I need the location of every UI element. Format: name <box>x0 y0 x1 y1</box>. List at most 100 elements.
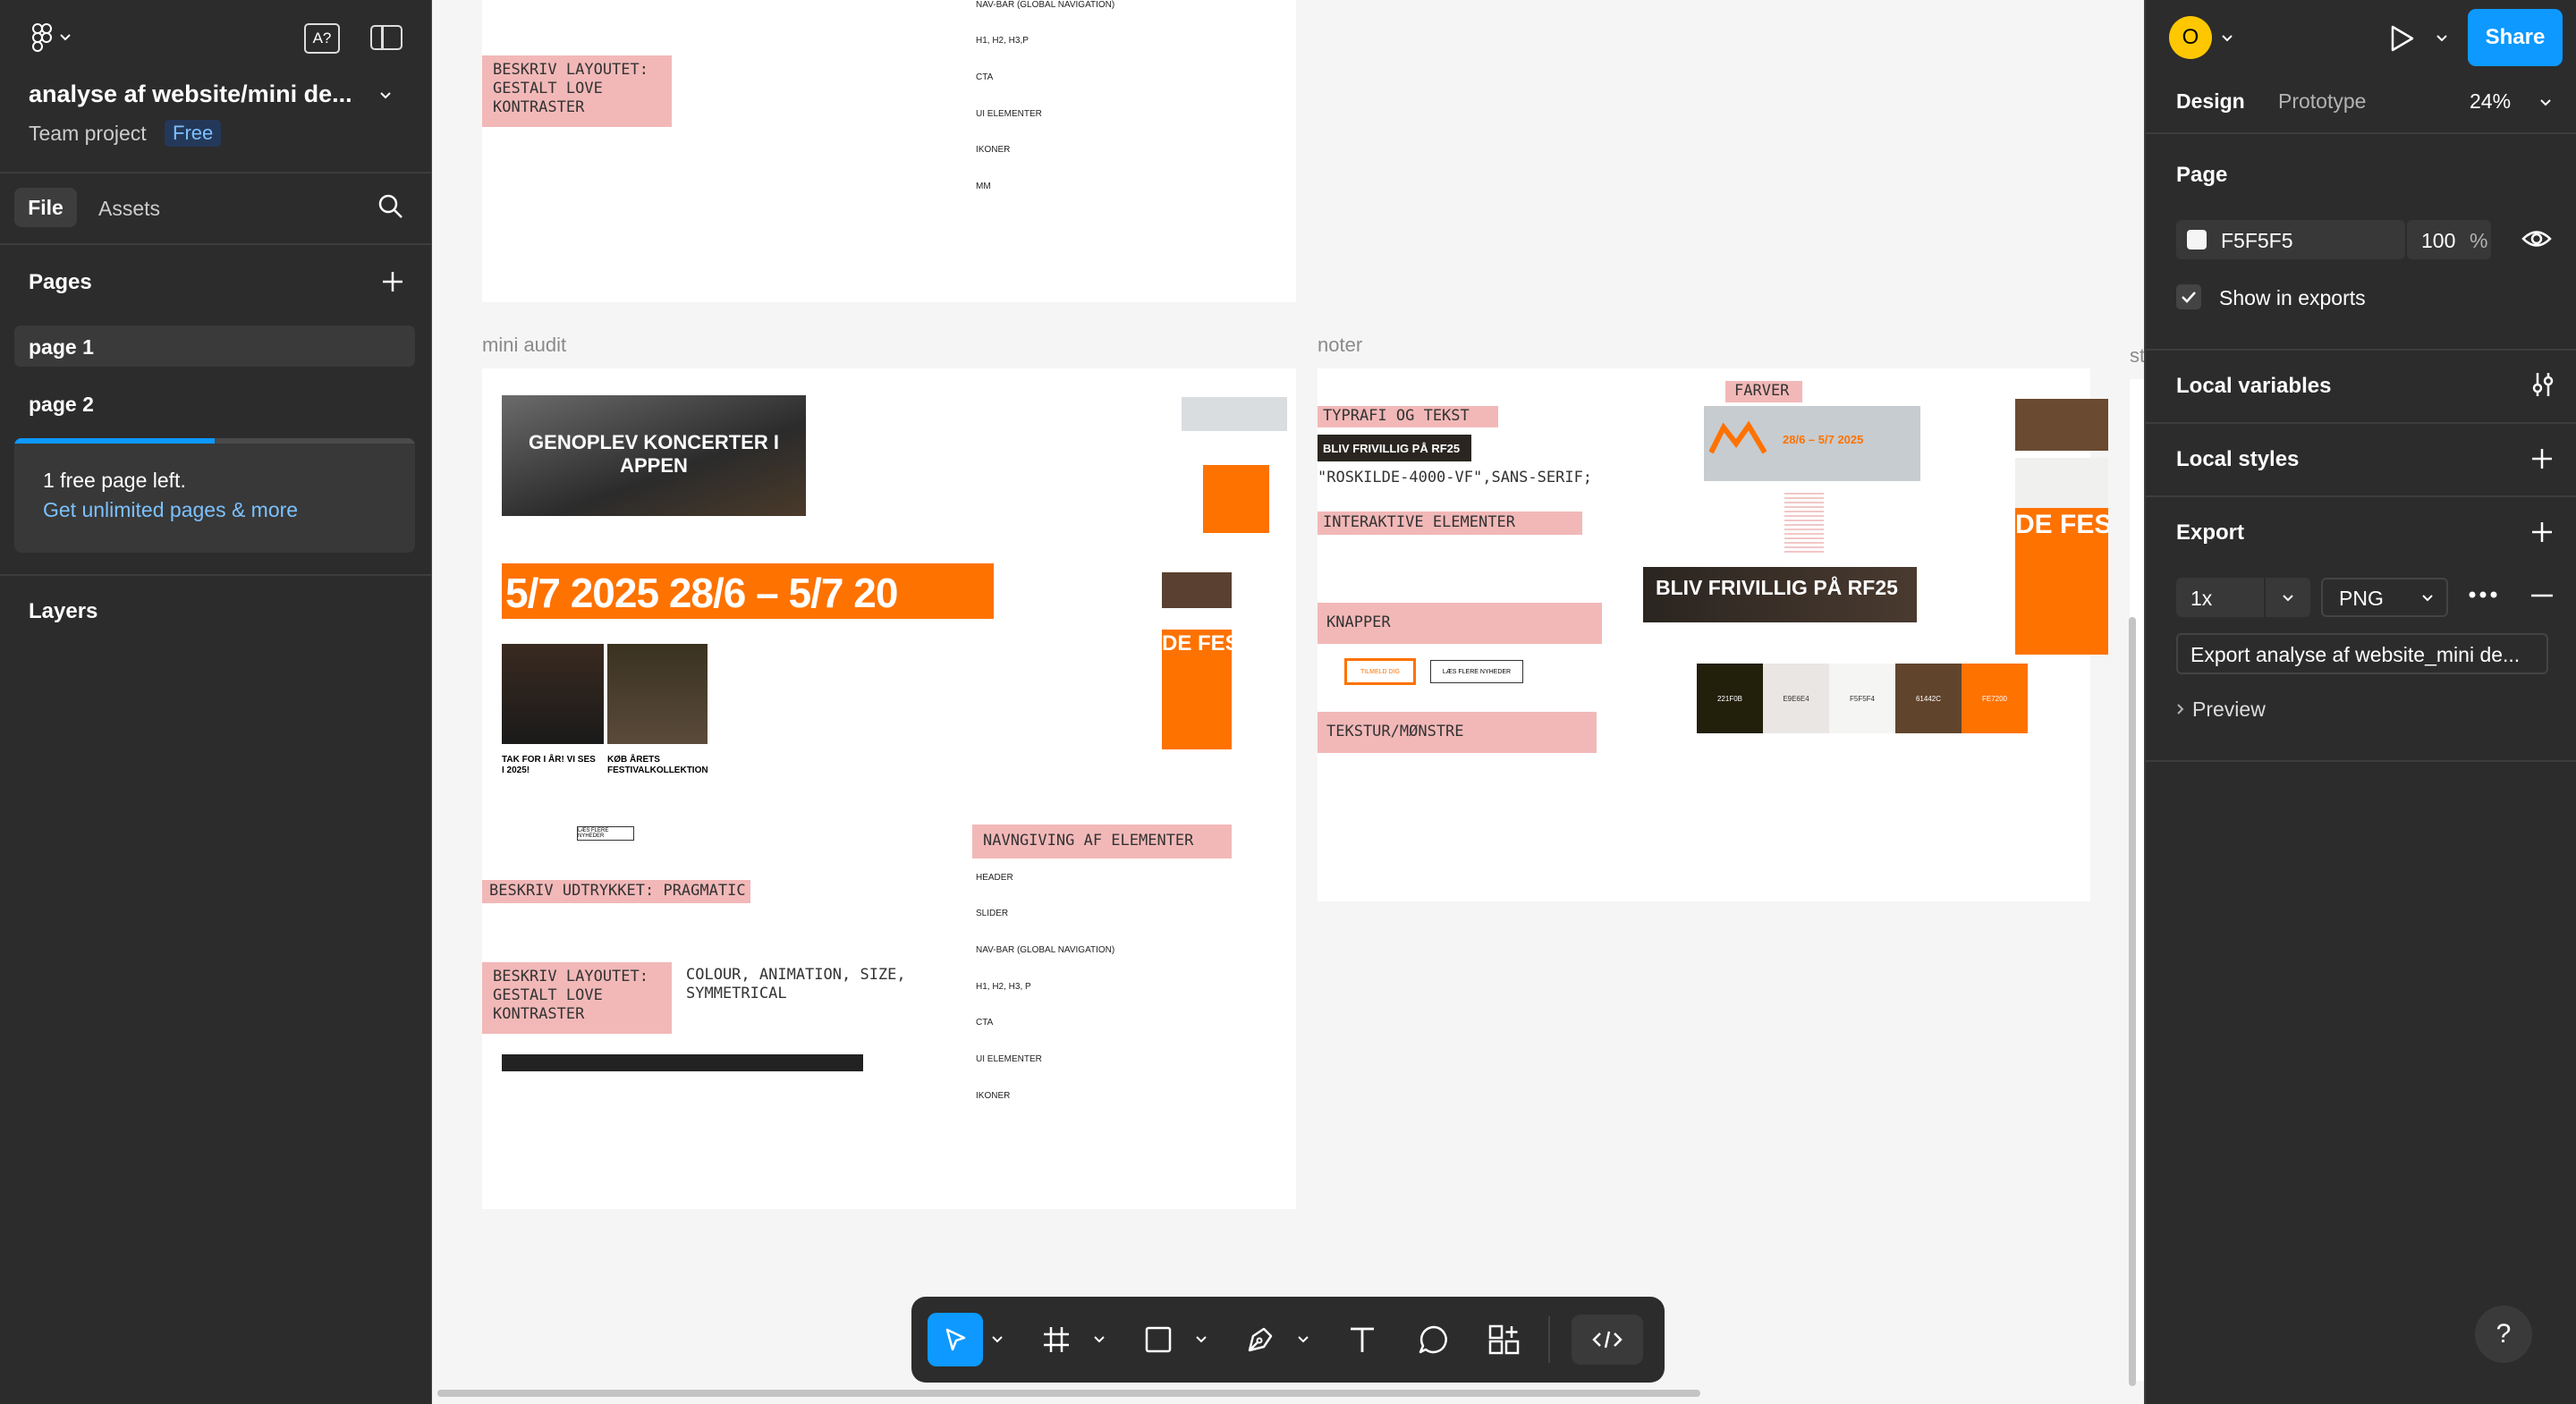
note-expression[interactable]: BESKRIV UDTRYKKET: PRAGMATIC <box>482 880 750 903</box>
tab-assets[interactable]: Assets <box>98 197 160 221</box>
page-limit-progress <box>14 438 415 444</box>
note-naming[interactable]: NAVNGIVING AF ELEMENTER <box>972 825 1232 858</box>
comment-tool-icon[interactable] <box>1418 1324 1450 1356</box>
swatch-hex: FE7200 <box>1981 694 2008 703</box>
tab-file[interactable]: File <box>14 188 77 227</box>
vertical-scrollbar[interactable] <box>2129 617 2136 1386</box>
avatar[interactable]: O <box>2169 16 2212 59</box>
chevron-down-icon <box>2422 595 2433 602</box>
chevron-down-icon[interactable] <box>379 91 392 100</box>
pen-tool-icon[interactable] <box>1244 1324 1276 1356</box>
note-typography[interactable]: TYPRAFI OG TEKST <box>1318 406 1498 427</box>
chevron-down-icon[interactable] <box>2436 34 2448 43</box>
color-hex[interactable]: F5F5F5 <box>2221 229 2293 253</box>
bliv-frivillig-sample: BLIV FRIVILLIG PÅ RF25 <box>1318 435 1471 461</box>
export-format[interactable]: PNG <box>2339 587 2384 611</box>
canvas[interactable]: BESKRIV LAYOUTET: GESTALT LOVE KONTRASTE… <box>432 0 2144 1404</box>
note-layout[interactable]: BESKRIV LAYOUTET: GESTALT LOVE KONTRASTE… <box>482 962 672 1034</box>
figma-menu-button[interactable] <box>27 20 77 55</box>
actions-tool-icon[interactable] <box>1487 1324 1521 1357</box>
note-colour[interactable]: COLOUR, ANIMATION, SIZE, SYMMETRICAL <box>686 966 906 1003</box>
frame-tool-icon[interactable] <box>1042 1325 1071 1354</box>
variables-icon[interactable] <box>2529 370 2557 399</box>
chevron-down-icon[interactable] <box>1298 1336 1309 1343</box>
frame-top[interactable]: BESKRIV LAYOUTET: GESTALT LOVE KONTRASTE… <box>482 0 1296 302</box>
team-name[interactable]: Team project <box>29 122 147 146</box>
color-chip[interactable] <box>2187 230 2207 250</box>
horizontal-scrollbar[interactable] <box>437 1390 1700 1397</box>
date-sample: 28/6 – 5/7 2025 <box>1783 433 1864 446</box>
export-format-select[interactable]: PNG <box>2321 578 2448 617</box>
sample-secondary-button[interactable]: LÆS FLERE NYHEDER <box>1430 660 1523 683</box>
zoom-level[interactable]: 24% <box>2470 89 2511 114</box>
news-title-2: KØB ÅRETS FESTIVALKOLLEKTION <box>607 755 708 775</box>
thumb-header <box>1182 397 1287 431</box>
frame-noter[interactable]: TYPRAFI OG TEKST BLIV FRIVILLIG PÅ RF25 … <box>1318 368 2108 901</box>
rectangle-tool-icon[interactable] <box>1144 1325 1173 1354</box>
tab-design[interactable]: Design <box>2176 89 2245 114</box>
sample-primary-button[interactable]: TILMELD DIG <box>1344 658 1416 685</box>
bliv-frivillig-banner: BLIV FRIVILLIG PÅ RF25 <box>1643 567 1917 622</box>
opacity-value[interactable]: 100 <box>2421 229 2455 253</box>
frame-label-mini-audit[interactable]: mini audit <box>482 334 566 357</box>
search-icon[interactable] <box>377 193 404 220</box>
text-tool-icon[interactable] <box>1346 1324 1378 1356</box>
chevron-down-icon[interactable] <box>992 1336 1003 1343</box>
eye-icon[interactable] <box>2521 227 2552 250</box>
local-styles-heading[interactable]: Local styles <box>2176 447 2299 472</box>
ai-actions-icon[interactable]: A? <box>304 23 340 54</box>
local-variables-heading[interactable]: Local variables <box>2176 374 2331 399</box>
note-texture[interactable]: TEKSTUR/MØNSTRE <box>1318 712 1597 753</box>
more-options-icon[interactable] <box>2468 590 2498 599</box>
news-title-1: TAK FOR I ÅR! VI SES I 2025! <box>502 755 596 775</box>
frame-mini-audit[interactable]: GENOPLEV KONCERTER I APPEN 5/7 2025 28/6… <box>482 368 1296 1209</box>
chevron-down-icon[interactable] <box>1196 1336 1207 1343</box>
swatch-hex: 221F0B <box>1716 694 1743 703</box>
note-buttons[interactable]: KNAPPER <box>1318 603 1602 644</box>
color-photo-sample <box>2015 399 2108 451</box>
export-button[interactable]: Export analyse af website_mini de... <box>2176 633 2548 674</box>
add-page-icon[interactable] <box>381 270 404 293</box>
list-item: H1, H2, H3,P <box>976 36 1029 46</box>
remove-export-icon[interactable] <box>2530 594 2554 597</box>
share-button[interactable]: Share <box>2468 9 2563 66</box>
tab-prototype[interactable]: Prototype <box>2278 89 2366 114</box>
note-colors[interactable]: FARVER <box>1725 381 1802 402</box>
plan-badge: Free <box>165 120 222 147</box>
thumb-poster: DE FEST <box>1162 630 1232 749</box>
hero-text: GENOPLEV KONCERTER I APPEN <box>529 431 779 477</box>
page-opacity-field[interactable]: 100 % <box>2407 220 2491 259</box>
upgrade-link[interactable]: Get unlimited pages & more <box>43 498 298 522</box>
add-style-icon[interactable] <box>2530 447 2554 470</box>
swatch: F5F5F4 <box>1829 664 1895 733</box>
note-layout-top[interactable]: BESKRIV LAYOUTET: GESTALT LOVE KONTRASTE… <box>482 55 672 127</box>
chevron-down-icon[interactable] <box>1094 1336 1105 1343</box>
chevron-down-icon[interactable] <box>2221 34 2233 43</box>
add-export-icon[interactable] <box>2530 520 2554 544</box>
note-interactive[interactable]: INTERAKTIVE ELEMENTER <box>1318 512 1582 535</box>
more-news-button[interactable]: LÆS FLERE NYHEDER <box>577 826 634 841</box>
palette: 221F0B E9E6E4 F5F5F4 61442C FE7200 <box>1697 664 2028 733</box>
export-scale[interactable]: 1x <box>2190 587 2212 611</box>
help-button[interactable]: ? <box>2475 1306 2532 1363</box>
chevron-down-icon[interactable] <box>2539 98 2552 107</box>
list-item: IKONER <box>976 145 1011 155</box>
file-title[interactable]: analyse af website/mini de... <box>29 80 352 108</box>
sidebar-toggle-icon[interactable] <box>370 25 402 50</box>
page-item-1[interactable]: page 1 <box>14 326 415 367</box>
chevron-right-icon[interactable] <box>2176 703 2185 715</box>
left-panel: A? analyse af website/mini de... Team pr… <box>0 0 432 1404</box>
export-scale-field[interactable]: 1x <box>2176 578 2310 617</box>
present-play-icon[interactable] <box>2387 23 2416 54</box>
dev-mode-toggle[interactable] <box>1572 1315 1643 1365</box>
move-tool[interactable] <box>928 1313 983 1366</box>
page-color-field[interactable]: F5F5F5 <box>2176 220 2405 259</box>
chevron-down-icon[interactable] <box>2282 594 2294 603</box>
show-in-exports-checkbox[interactable] <box>2176 284 2201 309</box>
preview-toggle[interactable]: Preview <box>2192 698 2266 722</box>
frame-label-partial[interactable]: st <box>2130 344 2144 368</box>
divider <box>2146 495 2576 497</box>
page-item-2[interactable]: page 2 <box>14 383 415 424</box>
frame-label-noter[interactable]: noter <box>1318 334 1362 357</box>
divider <box>2146 349 2576 351</box>
